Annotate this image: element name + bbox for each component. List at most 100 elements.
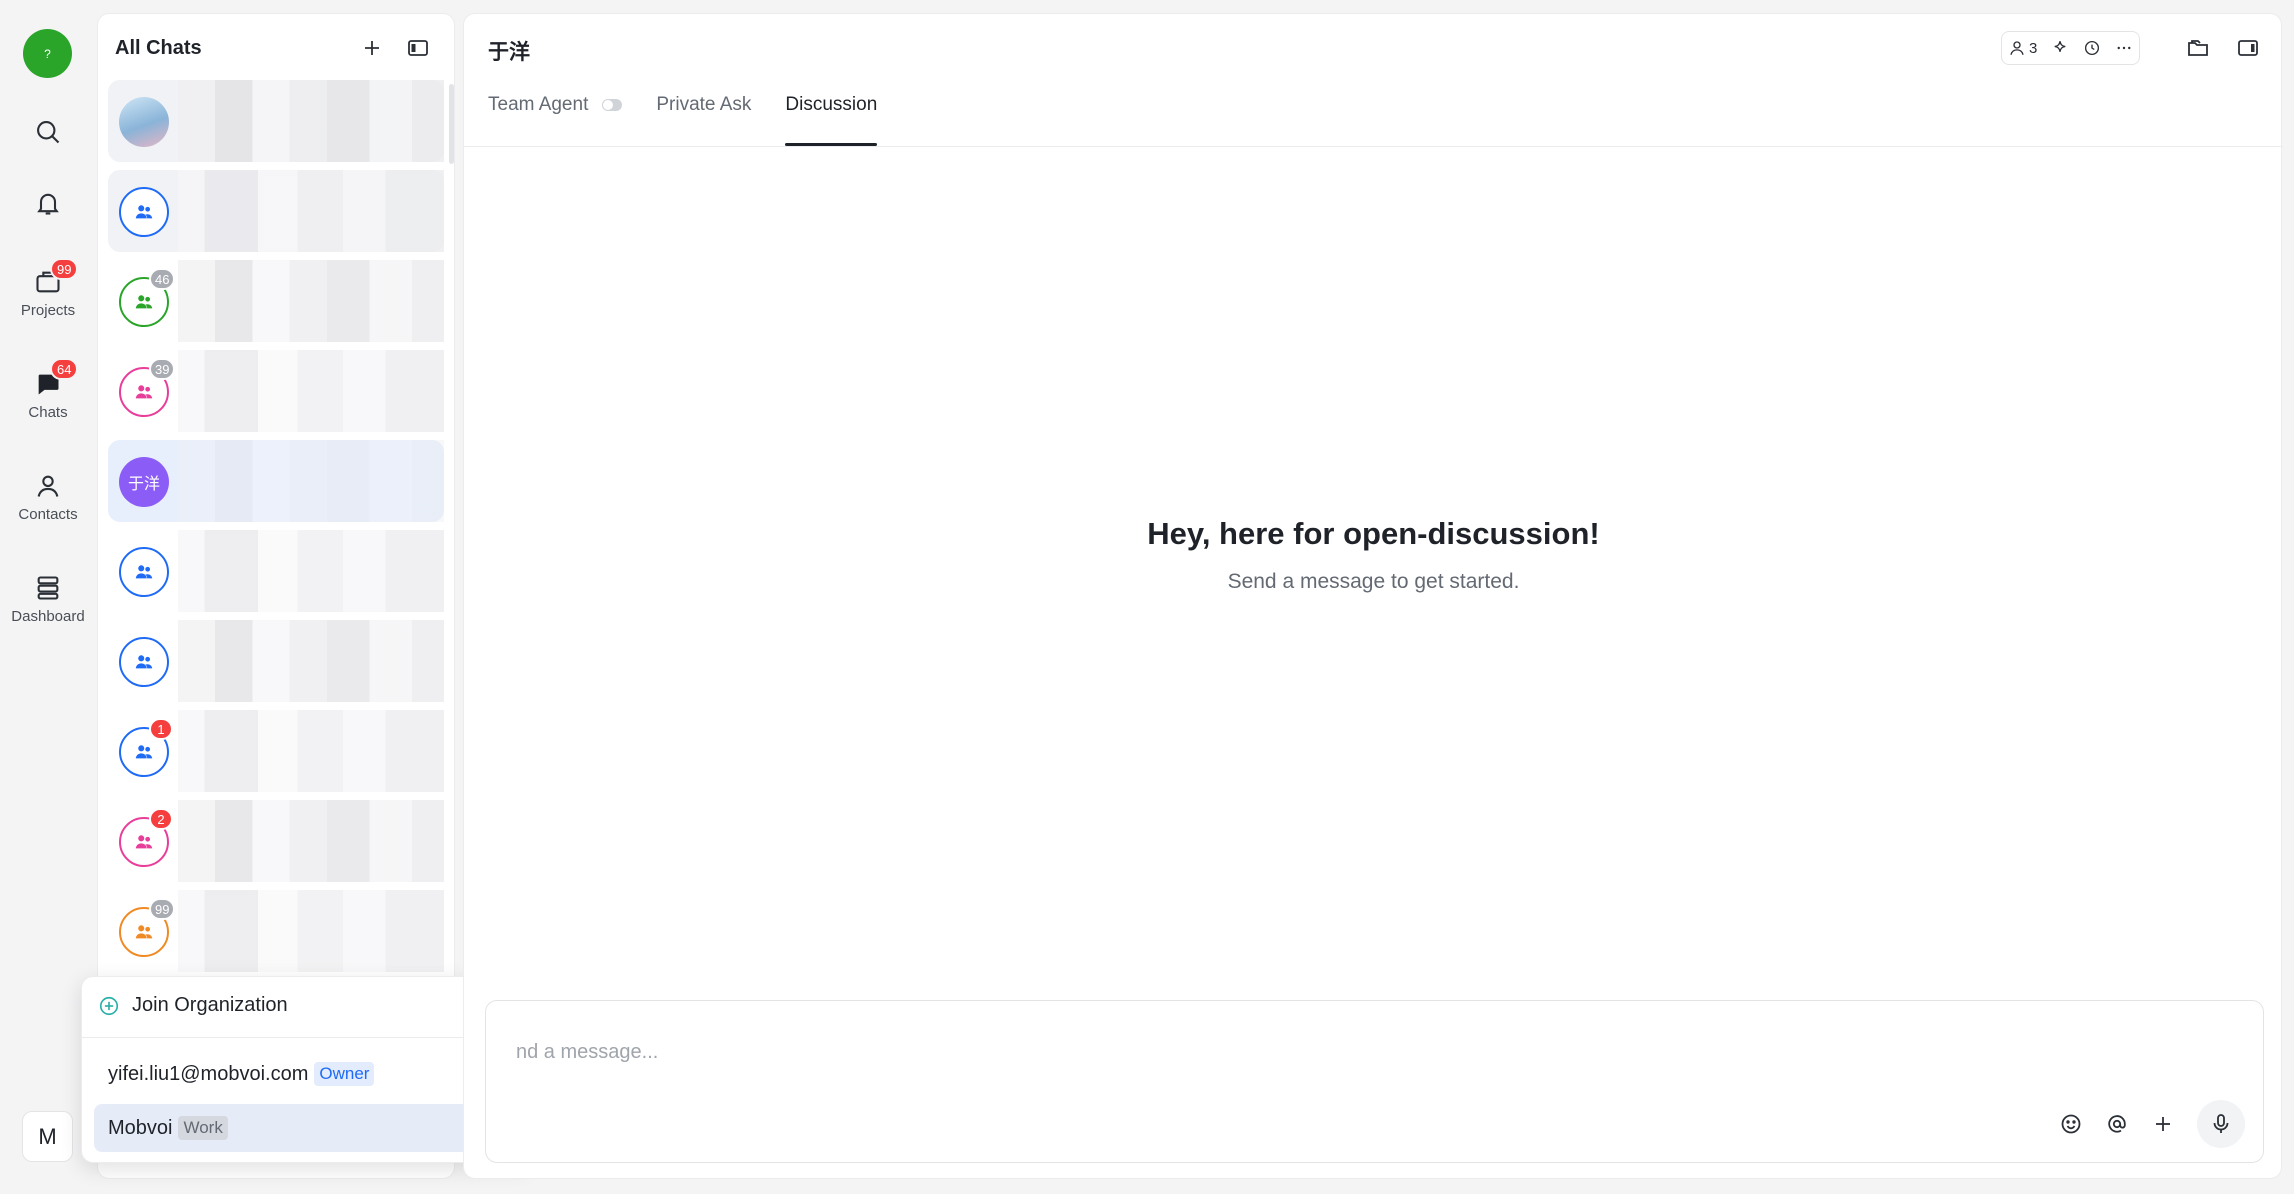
- group-icon: [135, 745, 153, 759]
- notifications-button[interactable]: [0, 189, 96, 217]
- chat-preview-blurred: [178, 80, 444, 162]
- nav-chats-label: Chats: [28, 404, 68, 421]
- tab-team-agent[interactable]: Team Agent: [488, 94, 623, 146]
- chat-preview-blurred: [178, 890, 444, 972]
- tab-private-ask[interactable]: Private Ask: [656, 94, 751, 146]
- member-count: 3: [2029, 39, 2038, 57]
- org-item-mobvoi[interactable]: Mobvoi Work: [94, 1104, 520, 1152]
- conversation-tabs: Team Agent Private Ask Discussion: [488, 94, 877, 146]
- chat-row[interactable]: 99: [108, 890, 444, 972]
- chats-badge: 64: [50, 358, 79, 380]
- tab-label: Private Ask: [656, 94, 752, 115]
- team-agent-toggle[interactable]: [602, 99, 623, 111]
- nav-dashboard[interactable]: Dashboard: [0, 574, 96, 625]
- unread-badge: 1: [149, 718, 173, 740]
- chat-row[interactable]: [108, 80, 444, 162]
- sparkle-icon[interactable]: [2051, 39, 2069, 57]
- conversation-panel: 于洋 3 Team Agent Private Ask Discussion H…: [463, 13, 2283, 1179]
- tab-label: Team Agent: [488, 94, 589, 115]
- mention-icon[interactable]: [2105, 1112, 2129, 1136]
- nav-projects[interactable]: Projects 99: [0, 258, 96, 319]
- group-avatar: [119, 637, 169, 687]
- members-button[interactable]: 3: [2008, 39, 2037, 57]
- plus-icon[interactable]: [360, 36, 384, 60]
- contacts-icon: [37, 475, 59, 497]
- owner-tag: Owner: [314, 1062, 375, 1086]
- chat-preview-blurred: [178, 260, 444, 342]
- chat-preview-blurred: [178, 530, 444, 612]
- clock-icon[interactable]: [2083, 39, 2101, 57]
- more-icon[interactable]: [2115, 39, 2133, 57]
- user-avatar-text: 于洋: [119, 457, 169, 507]
- org-switcher-button[interactable]: M: [22, 1111, 73, 1162]
- group-icon: [135, 565, 153, 579]
- nav-contacts-label: Contacts: [18, 506, 78, 523]
- group-icon: [135, 655, 153, 669]
- unread-badge: 39: [149, 358, 176, 380]
- person-icon: [2010, 41, 2024, 55]
- files-button[interactable]: [2186, 36, 2210, 60]
- plus-circle-icon: [99, 996, 119, 1015]
- projects-badge: 99: [50, 258, 79, 280]
- nav-dashboard-label: Dashboard: [11, 608, 85, 625]
- chat-row[interactable]: [108, 620, 444, 702]
- conversation-toolbar: 3: [2001, 31, 2141, 65]
- toggle-side-panel-button[interactable]: [2236, 36, 2260, 60]
- join-organization-label: Join Organization: [132, 994, 288, 1016]
- group-icon: [135, 925, 153, 939]
- folder-icon: [2188, 40, 2208, 56]
- join-organization-item[interactable]: Join Organization: [98, 994, 288, 1017]
- chat-row-selected[interactable]: 于洋: [108, 440, 444, 522]
- chat-row[interactable]: 39: [108, 350, 444, 432]
- chat-avatar-photo: [119, 97, 169, 147]
- work-tag: Work: [178, 1116, 228, 1140]
- user-avatar[interactable]: ?: [23, 29, 72, 78]
- message-input-placeholder: nd a message...: [516, 1041, 659, 1063]
- org-avatar-letter: M: [38, 1123, 57, 1149]
- voice-input-button[interactable]: [2197, 1100, 2245, 1148]
- empty-state-subtitle: Send a message to get started.: [1227, 570, 1520, 593]
- group-icon: [135, 385, 153, 399]
- collapse-sidebar-icon[interactable]: [406, 36, 430, 60]
- bell-icon: [37, 193, 59, 215]
- empty-state: Hey, here for open-discussion! Send a me…: [464, 516, 2283, 594]
- group-icon: [135, 835, 153, 849]
- nav-contacts[interactable]: Contacts: [0, 472, 96, 523]
- tab-discussion[interactable]: Discussion: [785, 94, 877, 146]
- microphone-icon: [2213, 1114, 2229, 1133]
- chat-row[interactable]: 46: [108, 260, 444, 342]
- empty-state-title: Hey, here for open-discussion!: [1147, 516, 1600, 551]
- unread-badge: 46: [149, 268, 176, 290]
- chat-row[interactable]: [108, 170, 444, 252]
- org-name: yifei.liu1@mobvoi.com: [108, 1062, 309, 1085]
- unread-badge: 99: [149, 898, 176, 920]
- org-name: Mobvoi: [108, 1116, 173, 1139]
- search-button[interactable]: [0, 118, 96, 146]
- chat-preview-blurred: [178, 350, 444, 432]
- plus-icon[interactable]: [2151, 1112, 2175, 1136]
- nav-chats[interactable]: Chats 64: [0, 358, 96, 421]
- conversation-title: 于洋: [488, 41, 530, 64]
- message-composer[interactable]: nd a message...: [485, 1000, 2264, 1163]
- org-item-personal[interactable]: yifei.liu1@mobvoi.com Owner: [94, 1050, 520, 1098]
- chat-row[interactable]: [108, 530, 444, 612]
- tabs-divider: [464, 146, 2283, 147]
- side-panel-icon: [2238, 40, 2258, 56]
- composer-tools: [2059, 1100, 2245, 1148]
- chat-list-title: All Chats: [115, 37, 202, 59]
- chat-list-actions: [360, 36, 430, 60]
- unread-badge: 2: [149, 808, 173, 830]
- dashboard-icon: [37, 576, 59, 600]
- group-icon: [135, 295, 153, 309]
- chat-row[interactable]: 2: [108, 800, 444, 882]
- group-avatar: [119, 547, 169, 597]
- group-icon: [135, 205, 153, 219]
- nav-projects-label: Projects: [20, 302, 76, 319]
- chat-row[interactable]: 1: [108, 710, 444, 792]
- tab-label: Discussion: [785, 94, 878, 115]
- user-avatar-text: ?: [44, 46, 51, 61]
- search-icon: [37, 121, 60, 144]
- chat-preview-blurred: [178, 440, 444, 522]
- chat-list-scrollbar[interactable]: [449, 84, 454, 164]
- emoji-icon[interactable]: [2059, 1112, 2083, 1136]
